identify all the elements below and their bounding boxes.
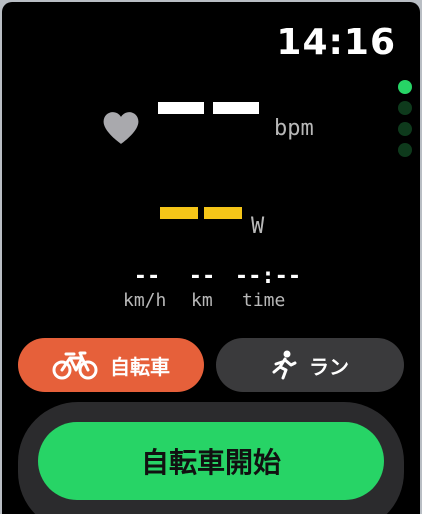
time-label: time [242, 290, 286, 311]
distance-value: -- [188, 264, 216, 289]
bike-mode-label: 自転車 [110, 354, 170, 379]
heart-rate-placeholder-dash-2 [213, 102, 259, 114]
page-dot-1 [398, 80, 412, 94]
power-unit: W [251, 214, 265, 239]
time-value: --:-- [234, 264, 302, 289]
distance-label: km [191, 290, 213, 311]
bike-mode-button[interactable]: 自転車 [18, 338, 204, 392]
run-mode-label: ラン [309, 354, 349, 379]
run-mode-button[interactable]: ラン [216, 338, 404, 392]
start-workout-button[interactable]: 自転車開始 [38, 422, 384, 500]
heart-rate-unit: bpm [274, 116, 314, 141]
heart-icon [103, 112, 139, 144]
power-placeholder-dash-2 [204, 207, 242, 219]
runner-icon [272, 350, 297, 380]
page-indicator [398, 80, 414, 164]
page-dot-3 [398, 122, 412, 136]
heart-rate-placeholder-dash-1 [158, 102, 204, 114]
speed-label: km/h [123, 290, 167, 311]
watch-screen: 14:16 bpm W -- -- --:-- km/h km time 自転車… [2, 2, 420, 514]
bicycle-icon [52, 351, 98, 380]
page-dot-2 [398, 101, 412, 115]
speed-value: -- [133, 264, 161, 289]
page-dot-4 [398, 143, 412, 157]
clock-time: 14:16 [276, 22, 396, 63]
power-placeholder-dash-1 [160, 207, 198, 219]
